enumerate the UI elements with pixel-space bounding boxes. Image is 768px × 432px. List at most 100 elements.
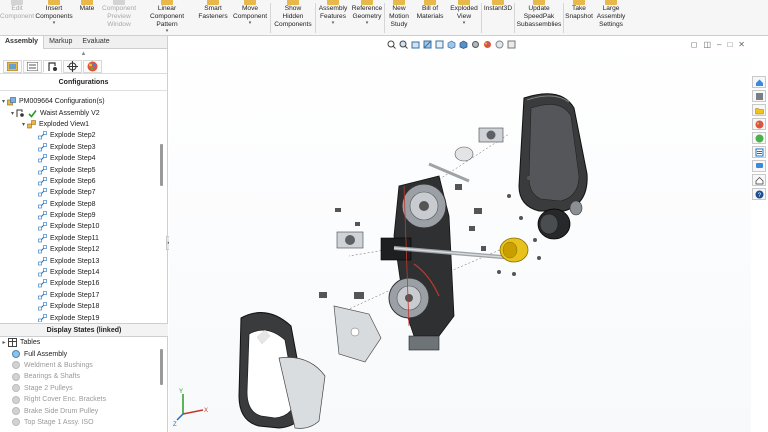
tab-markup[interactable]: Markup (44, 36, 77, 49)
display-manager-tab[interactable] (83, 60, 102, 73)
ribbon-button-7[interactable]: Show Hidden Components (271, 0, 315, 36)
explode-step-item[interactable]: Explode Step12 (0, 244, 158, 255)
ribbon-button-3[interactable]: Component Preview Window (100, 0, 138, 36)
display-state-item[interactable]: Right Cover Enc. Brackets (0, 394, 158, 405)
dropdown-arrow-icon[interactable]: ▾ (53, 21, 56, 26)
expand-toggle-icon[interactable]: ▾ (20, 121, 27, 128)
right-cover-part (518, 93, 588, 212)
ribbon-button-9[interactable]: Reference Geometry ▾ (350, 0, 384, 36)
ribbon-button-8[interactable]: Assembly Features ▾ (316, 0, 350, 36)
feature-manager-tab[interactable] (3, 60, 22, 73)
explode-step-item[interactable]: Explode Step5 (0, 164, 158, 175)
configurations-title: Configurations (0, 74, 167, 91)
dropdown-arrow-icon[interactable]: ▾ (366, 21, 369, 26)
display-state-icon (12, 350, 20, 359)
display-state-item[interactable]: Top Stage 1 Assy. ISO (0, 417, 158, 428)
display-state-item[interactable]: Stage 2 Pulleys (0, 383, 158, 394)
explode-step-icon (38, 177, 47, 186)
ribbon-button-1[interactable]: Insert Components ▾ (34, 0, 74, 36)
ribbon-button-label: Edit Component (0, 5, 35, 20)
ribbon-button-15[interactable]: Take Snapshot (564, 0, 594, 36)
appearances-tab[interactable] (752, 132, 766, 144)
explode-step-item[interactable]: Explode Step3 (0, 142, 158, 153)
ribbon-button-2[interactable]: Mate (74, 0, 100, 36)
expand-toggle-icon[interactable]: ▾ (9, 110, 16, 117)
left-cover-part (238, 312, 326, 429)
explode-step-item[interactable]: Explode Step11 (0, 233, 158, 244)
solidworks-resources-tab[interactable] (752, 76, 766, 88)
tables-label: Tables (20, 339, 41, 347)
dropdown-arrow-icon[interactable]: ▾ (166, 29, 169, 34)
ribbon-button-label: Take Snapshot (565, 5, 593, 20)
explode-step-item[interactable]: Explode Step10 (0, 221, 158, 232)
explode-step-icon (38, 188, 47, 197)
triad-y-label: Y (179, 389, 183, 395)
ribbon-button-6[interactable]: Move Component ▾ (230, 0, 270, 36)
explode-step-item[interactable]: Explode Step19 (0, 312, 158, 322)
ribbon-button-10[interactable]: New Motion Study (385, 0, 413, 36)
graphics-area[interactable]: ◻ ◫ – □ ✕ Y X Z (169, 36, 751, 432)
tree-exploded-view[interactable]: ▾ Exploded View1 (0, 119, 158, 130)
explode-step-label: Explode Step9 (50, 212, 96, 220)
view-palette-tab[interactable] (752, 118, 766, 130)
ribbon-button-12[interactable]: Exploded View ▾ (447, 0, 481, 36)
property-manager-tab[interactable] (23, 60, 42, 73)
ribbon-button-13[interactable]: Instant3D (482, 0, 514, 36)
display-state-icon (12, 372, 20, 381)
display-state-item[interactable]: Weldment & Bushings (0, 360, 158, 371)
tree-config[interactable]: ▾ Waist Assembly V2 (0, 107, 158, 118)
file-explorer-tab[interactable] (752, 104, 766, 116)
home-tab[interactable] (752, 174, 766, 186)
explode-step-item[interactable]: Explode Step18 (0, 301, 158, 312)
explode-step-item[interactable]: Explode Step6 (0, 176, 158, 187)
folder-icon (754, 107, 764, 114)
house-icon (755, 176, 763, 184)
ribbon-button-label: Show Hidden Components (274, 5, 312, 28)
explode-step-item[interactable]: Explode Step14 (0, 267, 158, 278)
tree-scrollbar[interactable] (160, 144, 163, 186)
tab-evaluate[interactable]: Evaluate (77, 36, 114, 49)
explode-step-item[interactable]: Explode Step2 (0, 130, 158, 141)
display-state-item[interactable]: Bearings & Shafts (0, 371, 158, 382)
configuration-icon (16, 109, 24, 117)
help-icon: ? (755, 190, 763, 199)
explode-step-icon (38, 245, 47, 254)
explode-step-label: Explode Step11 (50, 234, 99, 242)
explode-step-label: Explode Step8 (50, 200, 96, 208)
ribbon-button-16[interactable]: Large Assembly Settings (594, 0, 628, 36)
dimxpert-tab[interactable] (63, 60, 82, 73)
expand-toggle-icon[interactable]: ▸ (0, 339, 8, 346)
configuration-manager-tab[interactable] (43, 60, 62, 73)
help-tab[interactable]: ? (752, 188, 766, 200)
explode-step-item[interactable]: Explode Step4 (0, 153, 158, 164)
explode-step-item[interactable]: Explode Step13 (0, 255, 158, 266)
display-states-scrollbar[interactable] (160, 349, 163, 385)
solidworks-forum-tab[interactable] (752, 160, 766, 172)
display-state-label: Brake Side Drum Pulley (24, 407, 99, 415)
collapse-chevron-icon[interactable]: ▲ (0, 49, 167, 60)
display-state-item[interactable]: Full Assembly (0, 348, 158, 359)
tables-row[interactable]: ▸ Tables (0, 337, 158, 348)
tree-root[interactable]: ▾ PM009664 Configuration(s) (0, 96, 158, 107)
ribbon-button-0[interactable]: Edit Component (0, 0, 34, 36)
explode-step-item[interactable]: Explode Step16 (0, 278, 158, 289)
display-state-item[interactable]: Brake Side Drum Pulley (0, 405, 158, 416)
dropdown-arrow-icon[interactable]: ▾ (249, 21, 252, 26)
custom-properties-tab[interactable] (752, 146, 766, 158)
color-palette-icon (87, 61, 98, 72)
expand-toggle-icon[interactable]: ▾ (0, 98, 7, 105)
tab-assembly[interactable]: Assembly (0, 36, 45, 49)
explode-step-item[interactable]: Explode Step9 (0, 210, 158, 221)
tree-root-label: PM009664 Configuration(s) (19, 98, 105, 106)
dropdown-arrow-icon[interactable]: ▾ (332, 21, 335, 26)
explode-step-icon (38, 268, 47, 277)
ribbon-button-14[interactable]: Update SpeedPak Subassemblies (515, 0, 563, 36)
ribbon-button-5[interactable]: Smart Fasteners (196, 0, 230, 36)
ribbon-button-4[interactable]: Linear Component Pattern ▾ (138, 0, 196, 36)
explode-step-item[interactable]: Explode Step7 (0, 187, 158, 198)
dropdown-arrow-icon[interactable]: ▾ (463, 21, 466, 26)
explode-step-item[interactable]: Explode Step8 (0, 199, 158, 210)
explode-step-item[interactable]: Explode Step17 (0, 290, 158, 301)
ribbon-button-11[interactable]: Bill of Materials (413, 0, 447, 36)
design-library-tab[interactable] (752, 90, 766, 102)
